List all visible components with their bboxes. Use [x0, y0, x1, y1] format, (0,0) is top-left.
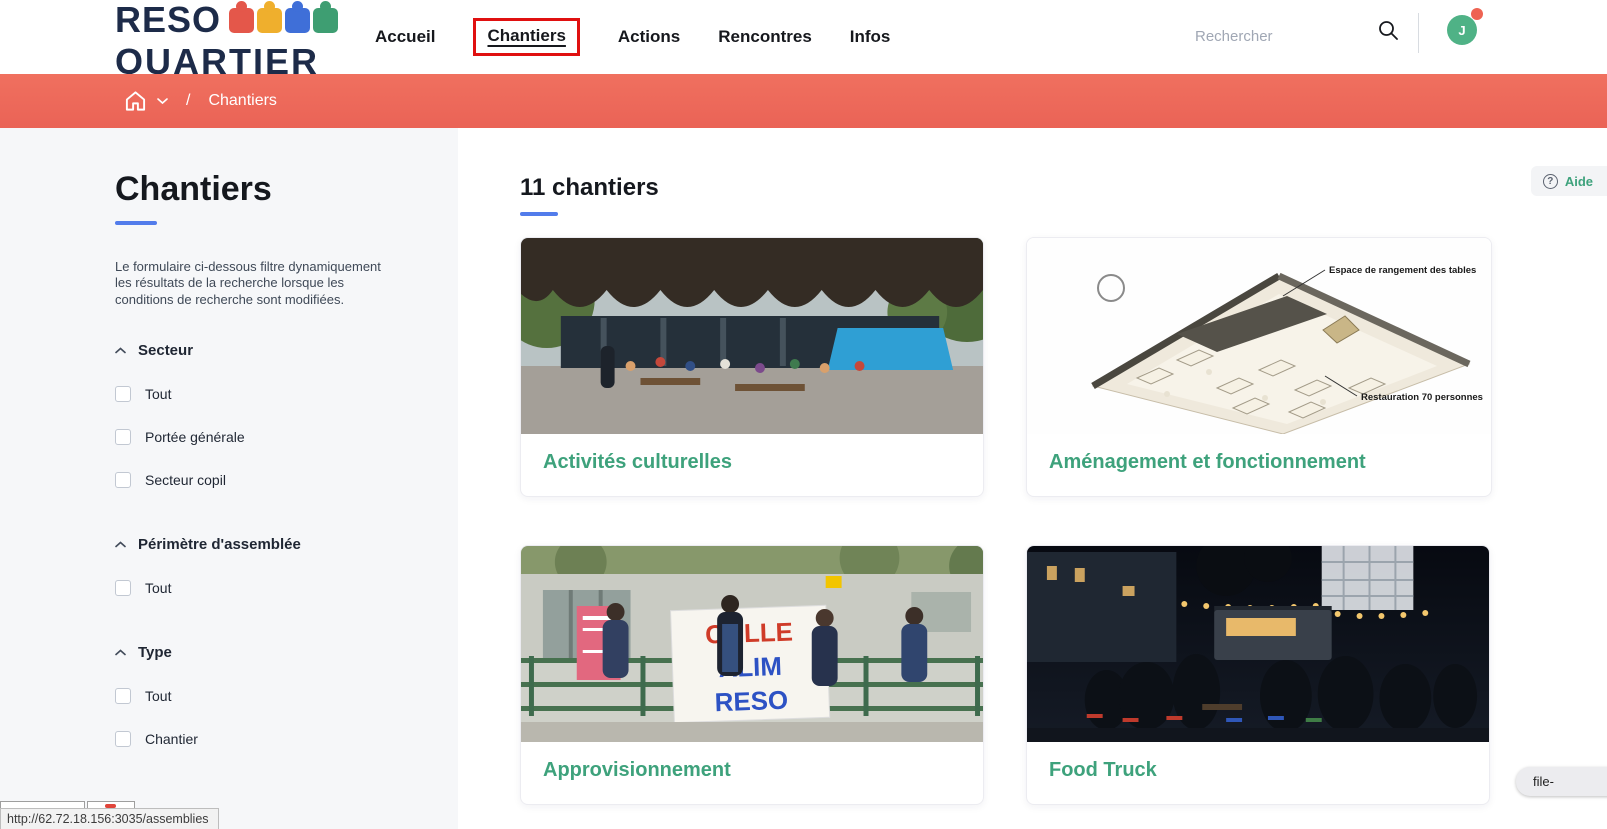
filter-group-type-toggle[interactable]: Type [115, 644, 410, 661]
filter-option-portee-generale[interactable]: Portée générale [115, 429, 410, 445]
card-food-truck[interactable]: Food Truck [1026, 545, 1490, 805]
site-header: RESO QUARTIER Accueil Chantiers Actions … [0, 0, 1607, 74]
card-title[interactable]: Food Truck [1027, 742, 1489, 799]
file-tooltip: file- [1516, 767, 1607, 796]
search-input[interactable] [1195, 18, 1360, 54]
circled-question-icon [1543, 174, 1558, 189]
title-accent-bar [115, 221, 157, 225]
card-title[interactable]: Approvisionnement [521, 742, 983, 799]
food-collection-volunteers-image: COLLE ALIM RESO [521, 546, 983, 742]
nav-item-infos[interactable]: Infos [850, 27, 891, 47]
card-title[interactable]: Aménagement et fonctionnement [1027, 434, 1491, 491]
filter-group-perimetre-toggle[interactable]: Périmètre d'assemblée [115, 536, 410, 553]
filter-group-secteur-toggle[interactable]: Secteur [115, 342, 410, 359]
puzzle-pieces-icon [229, 8, 338, 33]
search-icon [1377, 19, 1399, 41]
chevron-up-icon [115, 649, 126, 656]
nav-item-chantiers[interactable]: Chantiers [487, 26, 565, 45]
filter-option-tout[interactable]: Tout [115, 580, 410, 596]
breadcrumb: / Chantiers [0, 74, 1607, 128]
puzzle-piece-blue-icon [285, 8, 310, 33]
card-amenagement-et-fonctionnement[interactable]: Espace de rangement des tables Restaurat… [1026, 237, 1492, 497]
breadcrumb-home-link[interactable] [124, 90, 147, 112]
checkbox-icon[interactable] [115, 688, 131, 704]
avatar[interactable]: J [1447, 15, 1477, 45]
filter-option-label: Chantier [145, 731, 198, 747]
help-label: Aide [1565, 174, 1593, 189]
help-button[interactable]: Aide [1531, 166, 1607, 196]
page-title: Chantiers [115, 170, 410, 209]
search-button[interactable] [1372, 14, 1404, 46]
checkbox-icon[interactable] [115, 429, 131, 445]
filter-option-tout[interactable]: Tout [115, 688, 410, 704]
user-menu[interactable]: J [1447, 12, 1491, 48]
card-approvisionnement[interactable]: COLLE ALIM RESO Approvisionnement [520, 545, 984, 805]
filter-group-secteur: Secteur Tout Portée générale Secteur cop… [115, 342, 410, 488]
filters-sidebar: Chantiers Le formulaire ci-dessous filtr… [0, 128, 458, 829]
annotation-highlight-box: Chantiers [473, 18, 579, 56]
nav-item-accueil[interactable]: Accueil [375, 27, 435, 47]
card-title[interactable]: Activités culturelles [521, 434, 983, 491]
filter-option-label: Portée générale [145, 429, 245, 445]
filter-option-label: Tout [145, 386, 171, 402]
site-logo[interactable]: RESO QUARTIER [115, 2, 345, 74]
filter-group-perimetre: Périmètre d'assemblée Tout [115, 536, 410, 596]
night-food-truck-image [1027, 546, 1489, 742]
header-divider [1418, 13, 1419, 53]
logo-text-line2: QUARTIER [115, 44, 345, 74]
banner-word-reso: RESO [714, 687, 788, 718]
filter-group-label: Type [138, 644, 172, 661]
chevron-up-icon [115, 541, 126, 548]
nav-item-rencontres[interactable]: Rencontres [718, 27, 812, 47]
filter-group-label: Secteur [138, 342, 193, 359]
architectural-axonometric-drawing-image: Espace de rangement des tables Restaurat… [1027, 238, 1491, 434]
notification-dot [1471, 8, 1483, 20]
filter-option-label: Tout [145, 688, 171, 704]
breadcrumb-current: Chantiers [208, 92, 276, 110]
filters-description: Le formulaire ci-dessous filtre dynamiqu… [115, 259, 391, 308]
home-icon [124, 90, 147, 112]
filter-option-secteur-copil[interactable]: Secteur copil [115, 472, 410, 488]
page: RESO QUARTIER Accueil Chantiers Actions … [0, 0, 1607, 829]
nav-item-actions[interactable]: Actions [618, 27, 680, 47]
puzzle-piece-red-icon [229, 8, 254, 33]
chevron-up-icon [115, 347, 126, 354]
results-count-heading: 11 chantiers [520, 174, 659, 202]
breadcrumb-dropdown-toggle[interactable] [157, 97, 168, 105]
puzzle-piece-green-icon [313, 8, 338, 33]
card-activites-culturelles[interactable]: Activités culturelles [520, 237, 984, 497]
checkbox-icon[interactable] [115, 472, 131, 488]
main-nav: Accueil Chantiers Actions Rencontres Inf… [375, 0, 890, 74]
filter-option-tout[interactable]: Tout [115, 386, 410, 402]
checkbox-icon[interactable] [115, 386, 131, 402]
filter-group-label: Périmètre d'assemblée [138, 536, 301, 553]
filter-option-label: Secteur copil [145, 472, 226, 488]
logo-text-line1: RESO [115, 2, 221, 38]
chevron-down-icon [157, 97, 168, 105]
drawing-annotation-restauration: Restauration 70 personnes [1361, 392, 1483, 403]
filter-group-type: Type Tout Chantier [115, 644, 410, 747]
puzzle-piece-yellow-icon [257, 8, 282, 33]
drawing-annotation-storage: Espace de rangement des tables [1329, 265, 1476, 276]
results-accent-bar [520, 212, 558, 216]
filter-option-label: Tout [145, 580, 171, 596]
results-area: 11 chantiers Aide [458, 128, 1607, 829]
checkbox-icon[interactable] [115, 731, 131, 747]
status-bar-url: http://62.72.18.156:3035/assemblies [0, 808, 219, 829]
filter-option-chantier[interactable]: Chantier [115, 731, 410, 747]
checkbox-icon[interactable] [115, 580, 131, 596]
outdoor-cultural-event-image [521, 238, 983, 434]
breadcrumb-separator: / [186, 92, 190, 110]
